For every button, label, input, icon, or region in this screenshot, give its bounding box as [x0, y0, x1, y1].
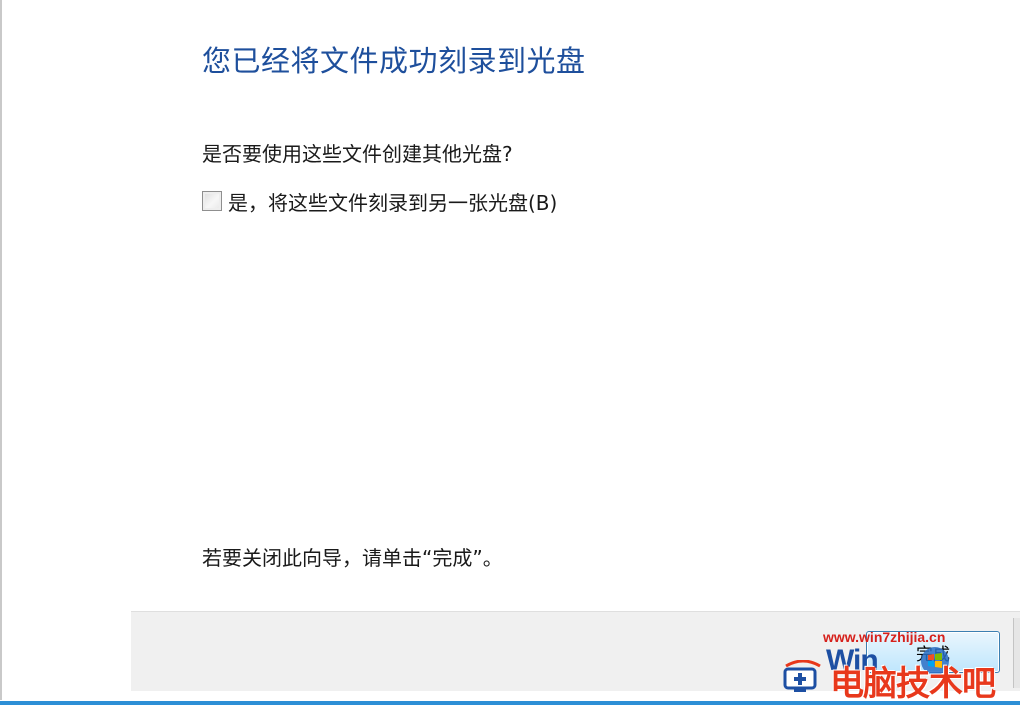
- burn-wizard-window: 您已经将文件成功刻录到光盘 是否要使用这些文件创建其他光盘? 是，将这些文件刻录…: [0, 0, 1020, 707]
- question-text: 是否要使用这些文件创建其他光盘?: [202, 142, 513, 166]
- burn-another-disc-label: 是，将这些文件刻录到另一张光盘(B): [228, 190, 558, 215]
- burn-another-disc-option[interactable]: 是，将这些文件刻录到另一张光盘(B): [202, 187, 557, 215]
- close-hint-text: 若要关闭此向导，请单击“完成”。: [202, 546, 503, 570]
- page-title: 您已经将文件成功刻录到光盘: [202, 44, 586, 78]
- watermark-url: www.win7zhijia.cn: [823, 629, 946, 645]
- window-right-edge: [1013, 618, 1020, 688]
- watermark-brand-text: 电脑技术吧: [830, 664, 996, 704]
- burn-another-disc-checkbox[interactable]: [202, 191, 222, 211]
- computer-icon: [783, 660, 821, 692]
- window-left-border: [0, 0, 2, 700]
